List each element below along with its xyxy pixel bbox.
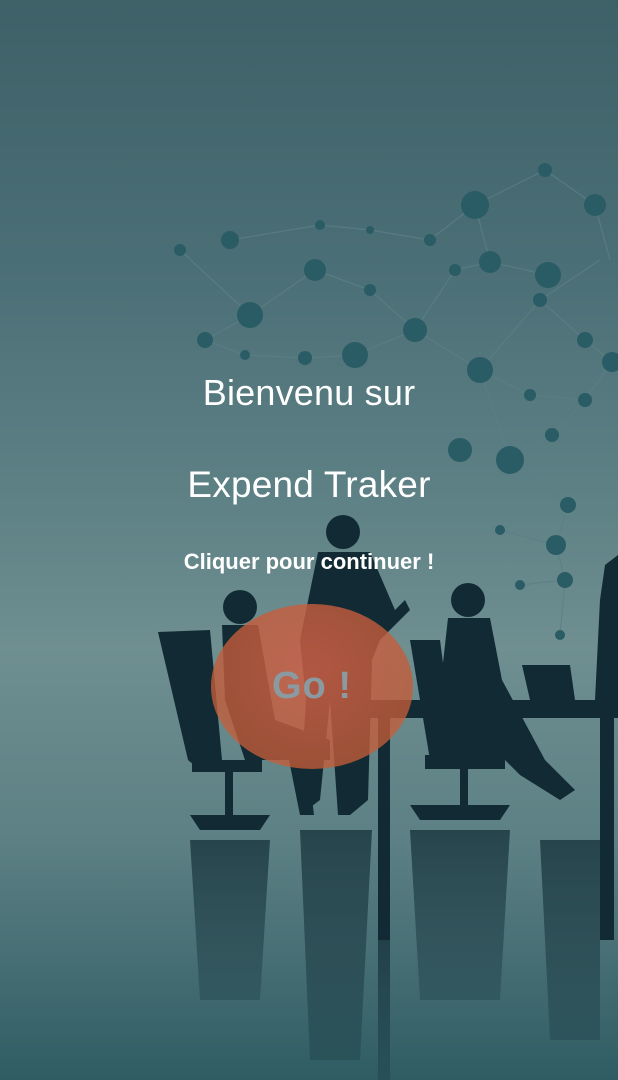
go-button-label: Go !	[272, 665, 352, 707]
go-button[interactable]: Go !	[211, 604, 413, 769]
welcome-screen: Bienvenu sur Expend Traker Cliquer pour …	[0, 0, 618, 1080]
office-people-silhouettes	[158, 515, 618, 1080]
app-name-heading: Expend Traker	[187, 464, 431, 505]
continue-hint: Cliquer pour continuer !	[183, 549, 435, 574]
welcome-heading: Bienvenu sur	[202, 372, 416, 413]
